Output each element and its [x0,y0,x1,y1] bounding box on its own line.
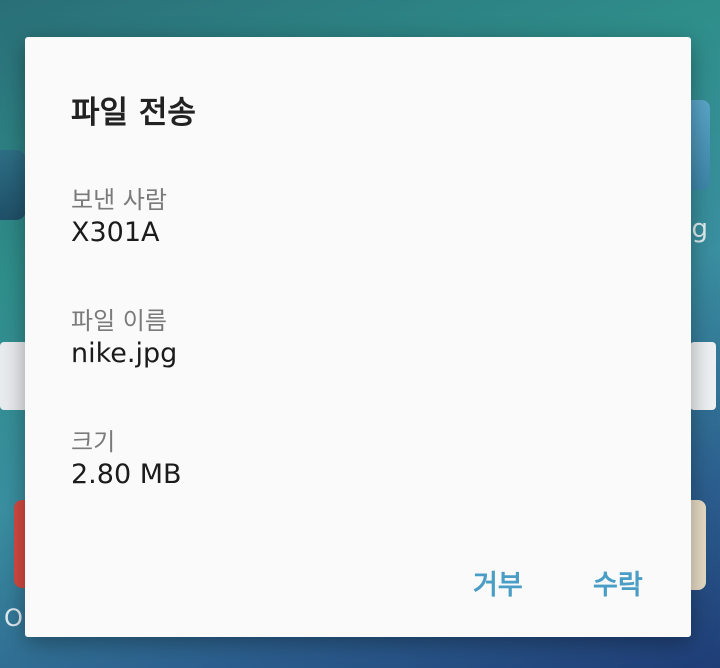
app-label-left: O [4,604,23,632]
reject-button[interactable]: 거부 [467,559,529,606]
widget-right [690,342,716,410]
filename-value: nike.jpg [71,338,178,369]
sender-value: X301A [71,217,160,248]
accept-button[interactable]: 수락 [587,559,649,606]
size-value: 2.80 MB [71,459,182,490]
sender-label: 보낸 사람 [71,186,167,214]
app-icon-left [0,150,26,220]
filename-label: 파일 이름 [71,307,167,335]
app-label-right: g [691,214,708,244]
widget-left [0,342,28,410]
file-transfer-dialog: 파일 전송 보낸 사람 X301A 파일 이름 nike.jpg 크기 2.80… [25,37,691,637]
size-label: 크기 [71,428,116,456]
dialog-title: 파일 전송 [71,95,196,131]
